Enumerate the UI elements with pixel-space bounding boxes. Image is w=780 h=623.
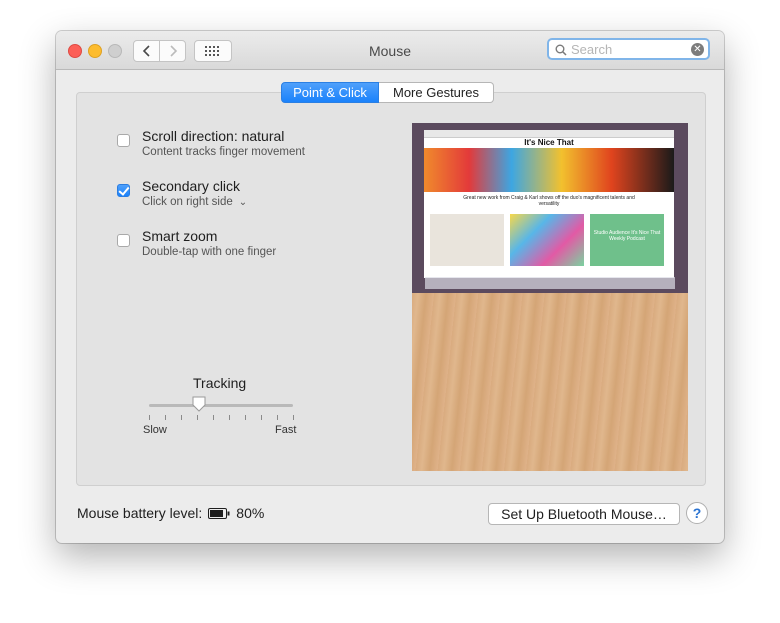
option-subtitle: Content tracks finger movement bbox=[142, 146, 305, 158]
preview-desk bbox=[412, 293, 688, 471]
preview-dock bbox=[425, 277, 675, 289]
title-bar: Mouse ✕ bbox=[56, 31, 724, 70]
search-input[interactable] bbox=[571, 42, 689, 57]
battery-status: Mouse battery level: 80% bbox=[77, 505, 264, 521]
option-subtitle: Double-tap with one finger bbox=[142, 246, 277, 258]
smart-zoom-checkbox[interactable] bbox=[117, 234, 130, 247]
search-field[interactable]: ✕ bbox=[547, 38, 710, 60]
tracking-tick bbox=[245, 415, 246, 420]
scroll-direction-checkbox[interactable] bbox=[117, 134, 130, 147]
tracking-tick bbox=[277, 415, 278, 420]
preferences-window: Mouse ✕ Point & Click More Gestures Scro… bbox=[56, 31, 724, 543]
option-title: Secondary click bbox=[142, 178, 241, 194]
tracking-tick bbox=[197, 415, 198, 420]
tracking-label: Tracking bbox=[193, 375, 247, 391]
tracking-tick bbox=[213, 415, 214, 420]
tracking-slider-thumb[interactable] bbox=[192, 396, 206, 412]
tracking-tick bbox=[229, 415, 230, 420]
preview-site-title: It's Nice That bbox=[524, 138, 574, 147]
secondary-click-checkbox[interactable] bbox=[117, 184, 130, 197]
search-icon bbox=[555, 44, 567, 56]
tab-point-and-click[interactable]: Point & Click bbox=[281, 82, 379, 103]
clear-icon[interactable]: ✕ bbox=[691, 43, 704, 56]
tracking-min-label: Slow bbox=[143, 424, 167, 436]
help-button[interactable]: ? bbox=[686, 502, 708, 524]
tracking-tick bbox=[293, 415, 294, 420]
option-subtitle: Click on right side bbox=[142, 196, 233, 208]
preview-card: Studio Audience It's Nice That Weekly Po… bbox=[590, 214, 664, 266]
chevron-down-icon: ⌄ bbox=[238, 197, 248, 208]
tab-more-gestures[interactable]: More Gestures bbox=[379, 82, 494, 103]
tracking-tick bbox=[181, 415, 182, 420]
tracking-tick bbox=[149, 415, 150, 420]
tracking-tick bbox=[261, 415, 262, 420]
tab-bar: Point & Click More Gestures bbox=[281, 82, 494, 103]
preview-screen: It's Nice That Great new work from Craig… bbox=[412, 123, 688, 293]
set-up-bluetooth-mouse-button[interactable]: Set Up Bluetooth Mouse… bbox=[488, 503, 680, 525]
battery-percent: 80% bbox=[236, 505, 265, 521]
tracking-max-label: Fast bbox=[275, 424, 297, 436]
option-title: Scroll direction: natural bbox=[142, 128, 285, 144]
tracking-tick bbox=[165, 415, 166, 420]
battery-icon bbox=[208, 507, 230, 519]
tracking-slider[interactable] bbox=[149, 404, 293, 407]
gesture-preview: It's Nice That Great new work from Craig… bbox=[412, 123, 688, 471]
battery-label: Mouse battery level: bbox=[77, 505, 203, 521]
preview-browser: It's Nice That Great new work from Craig… bbox=[424, 130, 674, 278]
option-title: Smart zoom bbox=[142, 228, 218, 244]
preview-headline: Great new work from Craig & Karl shows o… bbox=[463, 195, 635, 207]
secondary-click-dropdown[interactable]: Click on right side ⌄ bbox=[142, 196, 247, 208]
